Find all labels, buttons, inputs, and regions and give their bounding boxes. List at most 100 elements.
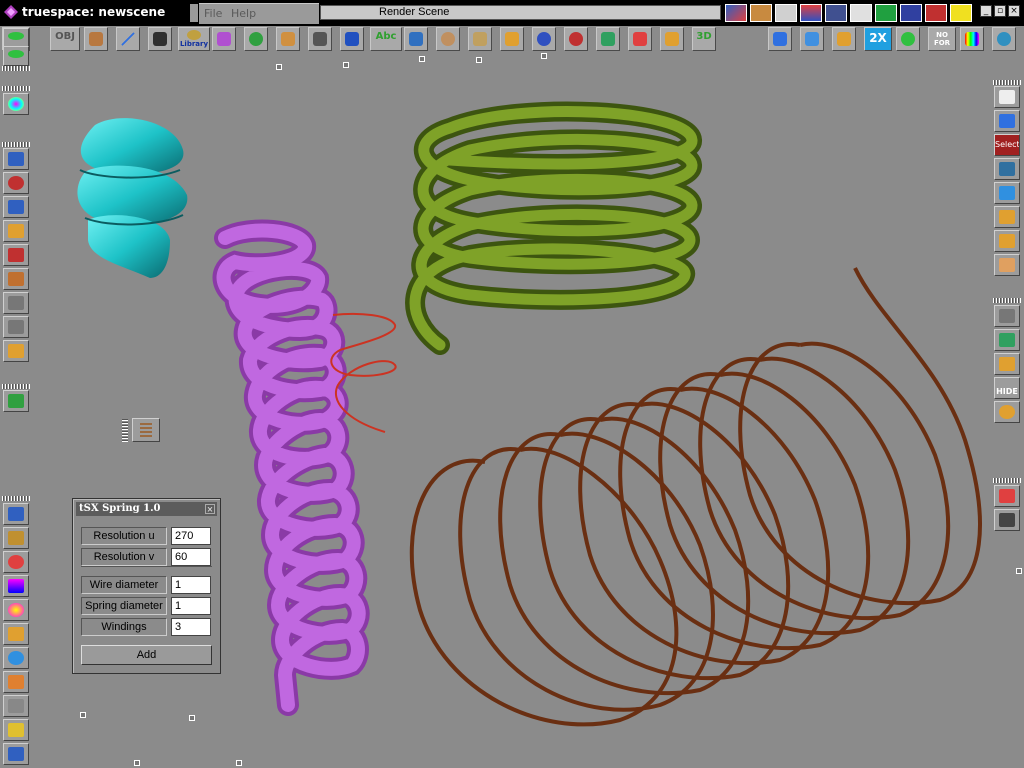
- grid-icon[interactable]: [875, 4, 897, 22]
- object-info-icon[interactable]: [3, 268, 29, 290]
- text-tool-button[interactable]: Abc: [370, 27, 402, 51]
- render-box-icon[interactable]: [750, 4, 772, 22]
- rotate-icon[interactable]: [3, 172, 29, 194]
- box-move-icon[interactable]: [994, 206, 1020, 228]
- checker-sphere-icon[interactable]: [532, 27, 556, 51]
- maximize-icon[interactable]: ▫: [994, 5, 1006, 17]
- 3d-text-button[interactable]: 3D: [692, 27, 716, 51]
- calculator-icon[interactable]: [994, 254, 1020, 276]
- select-button[interactable]: Select: [994, 134, 1020, 156]
- recycle-icon[interactable]: [3, 743, 29, 765]
- render-settings-icon[interactable]: [850, 4, 872, 22]
- link-icon[interactable]: [994, 182, 1020, 204]
- wire-diameter-input[interactable]: 1: [171, 576, 211, 594]
- up-arrow-icon[interactable]: [3, 292, 29, 314]
- box-open-icon[interactable]: [3, 623, 29, 645]
- list-icon[interactable]: [3, 340, 29, 362]
- objects-tool-icon[interactable]: [768, 27, 792, 51]
- brush-tool-icon[interactable]: [468, 27, 492, 51]
- bend-icon[interactable]: [3, 244, 29, 266]
- lift-tool-icon[interactable]: [832, 27, 856, 51]
- color-picker-icon[interactable]: [960, 27, 984, 51]
- panel-grip[interactable]: [993, 298, 1021, 303]
- spring-tool-icon[interactable]: [132, 418, 160, 442]
- resolution-v-input[interactable]: 60: [171, 548, 211, 566]
- viewport-marker[interactable]: [80, 712, 86, 718]
- zoom-icon[interactable]: [994, 305, 1020, 327]
- select-arrow-icon[interactable]: [994, 86, 1020, 108]
- cyan-spring[interactable]: [77, 118, 188, 278]
- add-view-icon[interactable]: [3, 46, 29, 66]
- deform-tool-icon[interactable]: [340, 27, 364, 51]
- spring-tool-panel[interactable]: [122, 418, 162, 442]
- panel-grip[interactable]: [122, 418, 128, 442]
- paint-tool-icon[interactable]: [212, 27, 236, 51]
- curve-icon[interactable]: [3, 527, 29, 549]
- viewport-marker[interactable]: [134, 760, 140, 766]
- delete-icon[interactable]: [994, 485, 1020, 507]
- viewport-marker[interactable]: [476, 57, 482, 63]
- purple-spring[interactable]: [212, 219, 370, 716]
- render-scene-icon[interactable]: [825, 4, 847, 22]
- help-icon[interactable]: [950, 4, 972, 22]
- molecule-icon[interactable]: [3, 647, 29, 669]
- spheres-icon[interactable]: [3, 551, 29, 573]
- pencil-icon[interactable]: [3, 719, 29, 741]
- box-copy-icon[interactable]: [994, 230, 1020, 252]
- rainbow-icon[interactable]: [3, 93, 29, 115]
- camera-tool-icon[interactable]: [148, 27, 172, 51]
- move-icon[interactable]: [3, 148, 29, 170]
- close-icon[interactable]: ×: [1008, 5, 1020, 17]
- add-button[interactable]: Add: [81, 645, 212, 665]
- spring-diameter-input[interactable]: 1: [171, 597, 211, 615]
- cut-icon[interactable]: [3, 390, 29, 412]
- view-icon[interactable]: [3, 28, 29, 48]
- render-to-file-icon[interactable]: [800, 4, 822, 22]
- image-icon[interactable]: [3, 503, 29, 525]
- close-icon[interactable]: ×: [205, 504, 215, 514]
- hierarchy-icon[interactable]: [994, 158, 1020, 180]
- wave-tool-icon[interactable]: [800, 27, 824, 51]
- paint-roller-icon[interactable]: [994, 353, 1020, 375]
- window-ctl-left[interactable]: [190, 4, 198, 22]
- green-object-icon[interactable]: [896, 27, 920, 51]
- shade-icon[interactable]: [994, 401, 1020, 423]
- windings-input[interactable]: 3: [171, 618, 211, 636]
- select-group-icon[interactable]: [994, 110, 1020, 132]
- stack-icon[interactable]: [3, 671, 29, 693]
- camera-icon[interactable]: [900, 4, 922, 22]
- line-tool-icon[interactable]: [116, 27, 140, 51]
- plane-tool-icon[interactable]: [404, 27, 428, 51]
- panel-grip[interactable]: [2, 496, 30, 501]
- minimize-icon[interactable]: _: [980, 5, 992, 17]
- scale-icon[interactable]: [3, 196, 29, 218]
- library-button[interactable]: Library: [178, 27, 210, 51]
- menu-file[interactable]: File: [204, 7, 222, 20]
- panel-grip[interactable]: [2, 86, 30, 91]
- panel-grip[interactable]: [993, 80, 1021, 85]
- brown-spring[interactable]: [409, 267, 982, 727]
- panel-grip[interactable]: [2, 384, 30, 389]
- double-button[interactable]: 2X: [864, 27, 892, 51]
- viewport-marker[interactable]: [236, 760, 242, 766]
- material-tool-icon[interactable]: [992, 27, 1016, 51]
- box-primitive-icon[interactable]: [84, 27, 108, 51]
- color-sphere-icon[interactable]: [3, 599, 29, 621]
- panel-grip[interactable]: [2, 66, 30, 71]
- render-objects-icon[interactable]: [725, 4, 747, 22]
- render-frame-icon[interactable]: [775, 4, 797, 22]
- viewport-marker[interactable]: [1016, 568, 1022, 574]
- cross-tool-icon[interactable]: [628, 27, 652, 51]
- viewport-marker[interactable]: [541, 53, 547, 59]
- down-arrow-icon[interactable]: [3, 316, 29, 338]
- menu-help[interactable]: Help: [231, 7, 256, 20]
- green-spring[interactable]: [405, 101, 702, 355]
- palette-tool-icon[interactable]: [436, 27, 460, 51]
- viewport-marker[interactable]: [343, 62, 349, 68]
- frame-tool-icon[interactable]: [660, 27, 684, 51]
- torus-tool-icon[interactable]: [564, 27, 588, 51]
- panel-grip[interactable]: [993, 478, 1021, 483]
- viewport-marker[interactable]: [419, 56, 425, 62]
- spring-panel-title[interactable]: tSX Spring 1.0 ×: [76, 502, 217, 516]
- panel-grip[interactable]: [2, 142, 30, 147]
